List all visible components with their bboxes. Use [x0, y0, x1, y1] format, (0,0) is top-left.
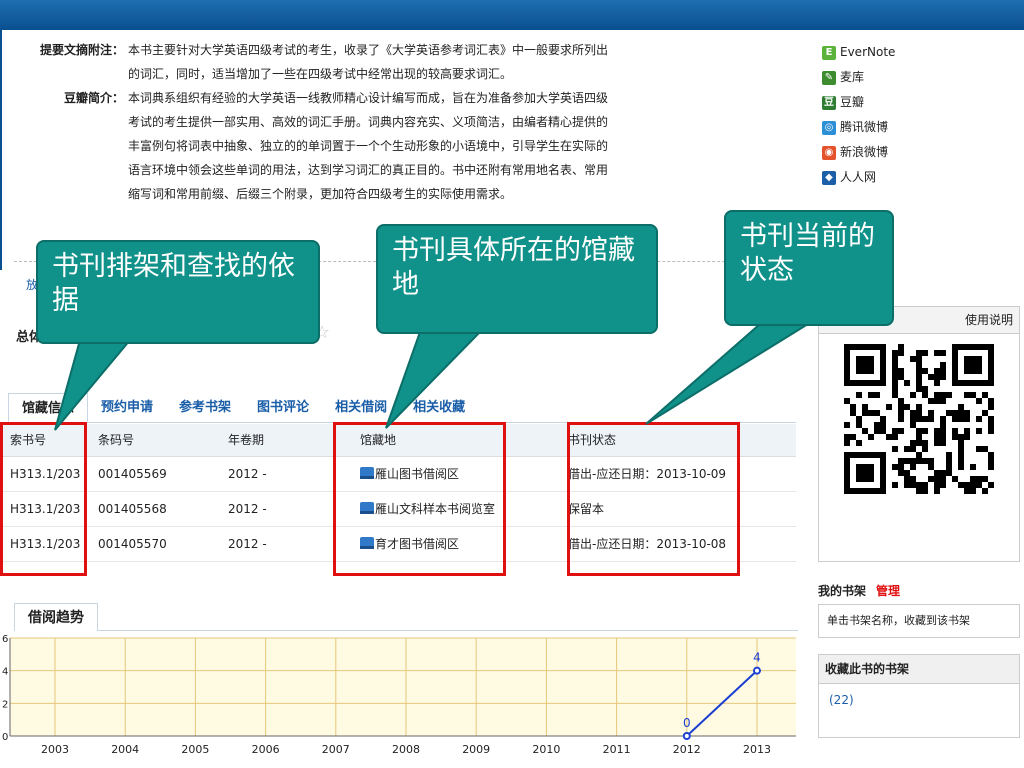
- callout-status: 书刊当前的状态: [724, 210, 894, 326]
- callout-pointer-1: [54, 339, 133, 431]
- callout-pointer-2: [385, 331, 483, 429]
- callout-call-number: 书刊排架和查找的依据: [36, 240, 320, 344]
- callout-location: 书刊具体所在的馆藏地: [376, 224, 658, 334]
- callout-pointer-3: [645, 323, 812, 425]
- callout-pointers: [54, 323, 812, 431]
